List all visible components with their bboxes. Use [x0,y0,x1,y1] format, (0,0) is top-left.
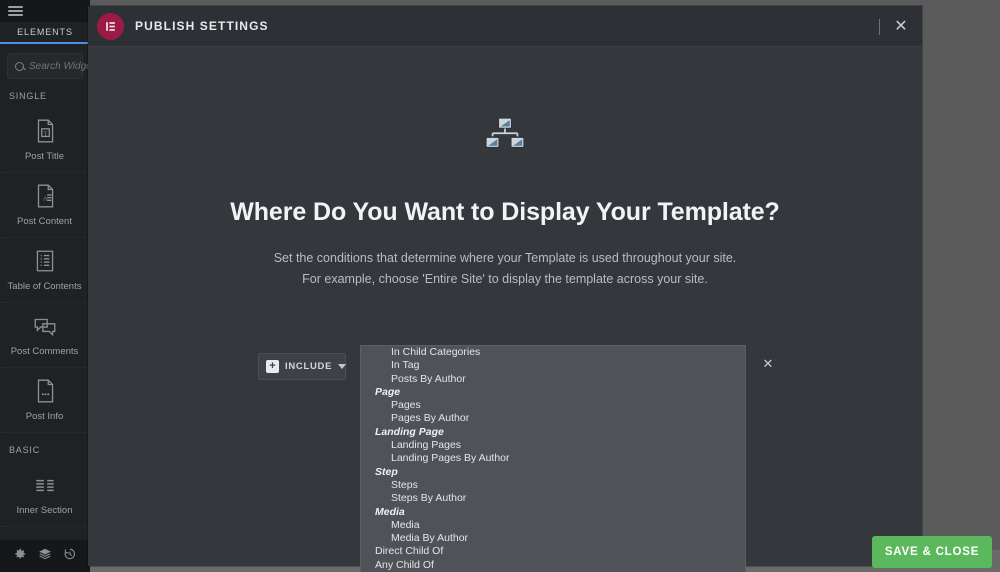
widget-post-title[interactable]: T Post Title [0,108,90,173]
option-group-header: Page [375,385,401,398]
modal-header: PUBLISH SETTINGS ✕ [88,6,922,47]
description-line-1: Set the conditions that determine where … [273,251,737,265]
sidebar-footer [0,540,90,572]
post-content-icon: A [32,183,58,209]
widget-post-comments[interactable]: Post Comments [0,303,90,368]
tab-elements[interactable]: ELEMENTS [0,22,90,44]
app-root: ish › ELEMENTS Search Widget... SINGLE T… [0,0,1000,572]
widget-post-info[interactable]: Post Info [0,368,90,433]
listbox-option[interactable]: Any Child Of [361,559,745,572]
listbox-option[interactable]: Pages By Author [361,412,745,425]
modal-body: Where Do You Want to Display Your Templa… [88,47,922,572]
header-divider [879,18,880,35]
listbox-option[interactable]: Media [361,519,745,532]
post-title-icon: T [32,118,58,144]
widget-inner-section[interactable]: Inner Section [0,462,90,527]
svg-text:T: T [43,130,47,137]
plus-icon: + [266,360,279,373]
modal-title: PUBLISH SETTINGS [135,19,269,33]
close-icon[interactable]: ✕ [890,16,912,38]
option-group-header: Landing Page [375,425,444,438]
widget-label: Table of Contents [7,281,82,292]
listbox-option[interactable]: In Child Categories [361,346,745,359]
listbox-option[interactable]: Posts By Author [361,373,745,386]
widget-label: Inner Section [16,505,73,516]
listbox-option[interactable]: Direct Child Of [361,545,745,558]
listbox-option[interactable]: Pages [361,399,745,412]
publish-settings-modal: PUBLISH SETTINGS ✕ Where Do You Want to … [88,6,922,572]
widget-label: Post Comments [10,346,79,357]
option-group-header: Step [375,465,398,478]
table-of-contents-icon [32,248,58,274]
settings-gear-icon[interactable] [13,547,27,566]
description-line-2: For example, choose 'Entire Site' to dis… [302,271,708,286]
navigator-layers-icon[interactable] [38,547,52,566]
remove-condition-button[interactable]: ✕ [760,357,776,370]
widget-label: Post Content [17,216,72,227]
svg-text:A: A [42,195,47,202]
listbox-option[interactable]: Steps By Author [361,492,745,505]
widget-label: Post Title [24,151,65,162]
sitemap-icon [482,116,528,162]
listbox-option[interactable]: Steps [361,479,745,492]
listbox-option[interactable]: Landing Pages [361,439,745,452]
widget-table-of-contents[interactable]: Table of Contents [0,238,90,303]
widget-post-content[interactable]: A Post Content [0,173,90,238]
sidebar-section-label-basic: BASIC [9,445,41,455]
post-comments-icon [32,313,58,339]
listbox-option[interactable]: Media By Author [361,532,745,545]
modal-description: Set the conditions that determine where … [88,248,922,289]
condition-row: + INCLUDE In Child Categories In Tag Posts… [258,345,848,572]
chevron-down-icon [338,364,347,369]
option-group-header: Media [375,505,405,518]
inner-section-icon [32,472,58,498]
include-exclude-select[interactable]: + INCLUDE [258,353,347,380]
modal-header-actions: ✕ [879,6,912,47]
condition-options-listbox[interactable]: In Child Categories In Tag Posts By Author… [360,345,746,572]
search-widget-input[interactable]: Search Widget... [7,53,103,79]
history-revisions-icon[interactable] [63,547,77,566]
include-label: INCLUDE [285,361,333,372]
hamburger-icon[interactable] [8,4,23,18]
listbox-option[interactable]: In Tag [361,359,745,372]
sidebar-section-label-single: SINGLE [9,91,47,101]
search-icon [15,61,24,71]
post-info-icon [32,378,58,404]
sidebar-topbar [0,0,90,22]
widget-label: Post Info [25,411,64,422]
page-title: Where Do You Want to Display Your Templa… [230,198,780,226]
listbox-option[interactable]: Landing Pages By Author [361,452,745,465]
save-and-close-button[interactable]: SAVE & CLOSE [872,536,992,568]
widgets-sidebar: ELEMENTS Search Widget... SINGLE T Post … [0,0,103,572]
elementor-logo-icon [97,12,124,40]
